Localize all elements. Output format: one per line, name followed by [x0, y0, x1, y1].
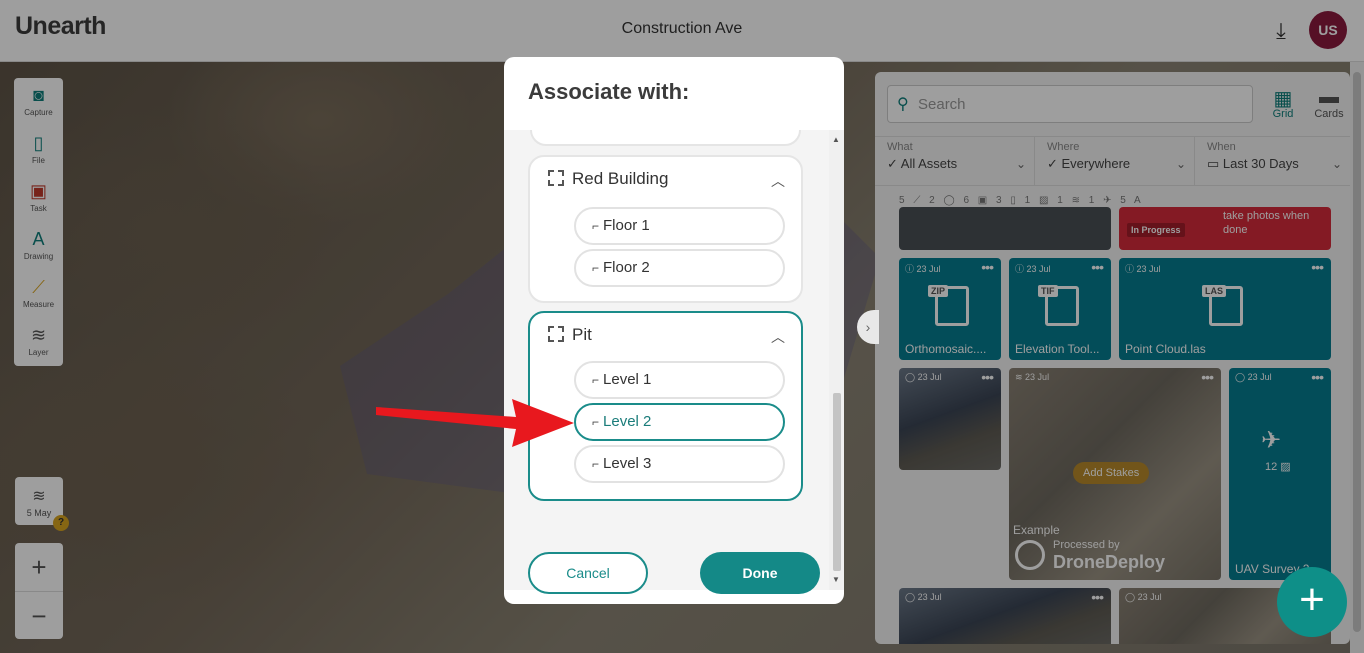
previous-group-card[interactable] — [530, 130, 801, 146]
dialog-scrollbar[interactable]: ▲ ▼ — [829, 130, 844, 590]
group-header[interactable]: Pit — [548, 325, 592, 345]
stairs-icon: ⌐ — [592, 415, 600, 429]
group-name: Red Building — [572, 169, 669, 188]
level-option-floor-1[interactable]: ⌐ Floor 1 — [574, 207, 785, 245]
level-option-level-3[interactable]: ⌐ Level 3 — [574, 445, 785, 483]
level-option-floor-2[interactable]: ⌐ Floor 2 — [574, 249, 785, 287]
done-button[interactable]: Done — [700, 552, 820, 594]
stairs-icon: ⌐ — [592, 373, 600, 387]
chevron-up-icon[interactable]: ︿ — [771, 171, 785, 191]
level-label: Level 1 — [603, 371, 652, 388]
scroll-up-icon[interactable]: ▲ — [832, 135, 840, 144]
group-name: Pit — [572, 325, 592, 344]
boundary-icon — [548, 170, 564, 186]
level-label: Level 2 — [603, 413, 652, 430]
scroll-down-icon[interactable]: ▼ — [832, 575, 840, 584]
dialog-body[interactable]: Red Building ︿ ⌐ Floor 1 ⌐ Floor 2 Pit ︿ ⌐… — [504, 130, 844, 590]
dialog-title: Associate with: — [528, 79, 690, 104]
group-red-building[interactable]: Red Building ︿ ⌐ Floor 1 ⌐ Floor 2 — [528, 155, 803, 303]
level-label: Level 3 — [603, 455, 652, 472]
associate-dialog: Associate with: Red Building ︿ ⌐ Floor 1 … — [504, 57, 844, 604]
add-button[interactable]: + — [1277, 567, 1347, 637]
cancel-button[interactable]: Cancel — [528, 552, 648, 594]
scrollbar-thumb[interactable] — [833, 393, 841, 571]
app: Unearth Construction Ave ⤓ US ◙ Capture ▯… — [0, 0, 1364, 653]
stairs-icon: ⌐ — [592, 219, 600, 233]
stairs-icon: ⌐ — [592, 261, 600, 275]
level-label: Floor 2 — [603, 259, 650, 276]
annotation-arrow — [376, 399, 574, 447]
boundary-icon — [548, 326, 564, 342]
level-option-level-2[interactable]: ⌐ Level 2 — [574, 403, 785, 441]
chevron-up-icon[interactable]: ︿ — [771, 327, 785, 347]
stairs-icon: ⌐ — [592, 457, 600, 471]
group-header[interactable]: Red Building — [548, 169, 668, 189]
level-option-level-1[interactable]: ⌐ Level 1 — [574, 361, 785, 399]
level-label: Floor 1 — [603, 217, 650, 234]
